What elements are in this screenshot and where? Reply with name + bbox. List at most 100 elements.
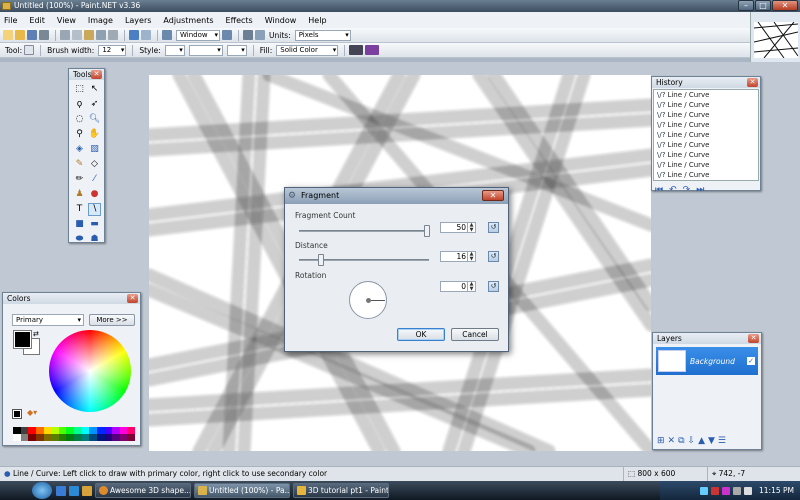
delete-layer-icon[interactable]: ✕ (668, 436, 676, 446)
tray-icon[interactable] (722, 486, 730, 495)
fragment-count-reset-button[interactable]: ↺ (488, 222, 499, 233)
pencil-tool-icon[interactable]: ✏ (73, 173, 86, 186)
layer-properties-icon[interactable]: ☰ (718, 436, 726, 446)
quick-launch-icon[interactable] (82, 485, 92, 496)
fragment-count-slider[interactable] (299, 225, 430, 237)
primary-color-swatch[interactable] (13, 330, 32, 349)
menu-view[interactable]: View (57, 16, 76, 25)
history-item[interactable]: \/? Line / Curve (654, 140, 758, 150)
fragment-count-spinner[interactable]: ▲ ▼ (467, 223, 475, 232)
line-start-style-combo[interactable] (164, 44, 185, 56)
maximize-button[interactable]: □ (755, 0, 771, 11)
rotation-spinner[interactable]: ▲ ▼ (467, 282, 475, 291)
dialog-close-button[interactable]: ✕ (482, 190, 504, 201)
redo-icon[interactable]: ↷ (683, 185, 691, 195)
print-icon[interactable] (39, 30, 49, 40)
pan-tool-icon[interactable]: ✋ (88, 128, 101, 141)
swap-colors-icon[interactable]: ⇄ (33, 330, 39, 338)
history-item[interactable]: \/? Line / Curve (654, 110, 758, 120)
history-panel-close-button[interactable]: ✕ (747, 78, 758, 87)
cancel-button[interactable]: Cancel (451, 328, 499, 341)
move-layer-up-icon[interactable]: ▲ (698, 436, 705, 446)
rotation-input[interactable]: 0 ▲ ▼ (440, 281, 476, 292)
layers-panel-close-button[interactable]: ✕ (748, 334, 759, 343)
internet-explorer-icon[interactable] (69, 485, 79, 496)
task-paintnet[interactable]: Untitled (100%) - Pa... (194, 483, 290, 498)
fast-forward-icon[interactable]: ⏭ (696, 185, 704, 195)
undo-icon[interactable]: ↶ (669, 185, 677, 195)
distance-input[interactable]: 16 ▲ ▼ (440, 251, 476, 262)
line-dash-style-combo[interactable] (188, 44, 223, 56)
distance-spinner[interactable]: ▲ ▼ (467, 252, 475, 261)
undo-icon[interactable] (129, 30, 139, 40)
start-button[interactable] (32, 482, 52, 499)
save-icon[interactable] (27, 30, 37, 40)
line-end-style-combo[interactable] (226, 44, 247, 56)
menu-file[interactable]: File (4, 16, 17, 25)
network-icon[interactable] (733, 486, 741, 495)
gradient-tool-icon[interactable]: ▧ (88, 143, 101, 156)
menu-effects[interactable]: Effects (226, 16, 253, 25)
image-thumbnail[interactable] (750, 12, 800, 62)
distance-reset-button[interactable]: ↺ (488, 251, 499, 262)
move-pixels-tool-icon[interactable]: ➶ (88, 98, 101, 111)
history-item[interactable]: \/? Line / Curve (654, 130, 758, 140)
menu-layers[interactable]: Layers (125, 16, 151, 25)
ellipse-select-tool-icon[interactable]: ◌ (73, 113, 86, 126)
fragment-count-slider-thumb[interactable] (424, 225, 430, 237)
brush-width-combo[interactable]: 12 (98, 44, 127, 56)
color-picker-tool-icon[interactable]: ⁄ (88, 173, 101, 186)
line-curve-tool-icon[interactable]: ∖ (88, 203, 101, 216)
eraser-tool-icon[interactable]: ◇ (88, 158, 101, 171)
crop-icon[interactable] (96, 30, 106, 40)
fill-combo[interactable]: Solid Color (276, 44, 339, 56)
palette-menu-icon[interactable]: ◆▾ (27, 408, 37, 417)
close-window-button[interactable]: ✕ (772, 0, 798, 11)
menu-edit[interactable]: Edit (29, 16, 45, 25)
zoom-combo[interactable]: Window (176, 29, 220, 41)
reset-colors-icon[interactable] (12, 409, 22, 419)
layer-row-background[interactable]: Background ✓ (656, 347, 758, 375)
clone-stamp-tool-icon[interactable]: ♟ (73, 188, 86, 201)
history-item[interactable]: \/? Line / Curve (654, 100, 758, 110)
antialiasing-icon[interactable] (349, 45, 364, 55)
ellipse-tool-icon[interactable]: ⬬ (73, 233, 86, 246)
history-item[interactable]: \/? Line / Curve (654, 90, 758, 100)
rect-select-tool-icon[interactable]: ⬚ (73, 83, 86, 96)
zoom-in-icon[interactable] (222, 30, 232, 40)
task-browser[interactable]: Awesome 3D shape... (95, 483, 191, 498)
recolor-tool-icon[interactable]: ● (88, 188, 101, 201)
tray-icon[interactable] (700, 486, 708, 495)
blend-mode-icon[interactable] (365, 45, 380, 55)
show-desktop-icon[interactable] (56, 485, 66, 496)
history-item[interactable]: \/? Line / Curve (654, 160, 758, 170)
magic-wand-tool-icon[interactable]: ⚲ (73, 128, 86, 141)
paintbrush-tool-icon[interactable]: ✎ (73, 158, 86, 171)
task-paint[interactable]: 3D tutorial pt1 - Paint (293, 483, 389, 498)
rectangle-tool-icon[interactable]: ■ (73, 218, 86, 231)
move-selection-tool-icon[interactable]: ↖ (88, 83, 101, 96)
tray-icon[interactable] (711, 486, 719, 495)
rotation-dial[interactable] (349, 281, 387, 319)
grid-icon[interactable] (243, 30, 253, 40)
menu-help[interactable]: Help (308, 16, 326, 25)
history-item[interactable]: \/? Line / Curve (654, 170, 758, 180)
zoom-icon[interactable] (162, 30, 172, 40)
rotation-reset-button[interactable]: ↺ (488, 281, 499, 292)
add-layer-icon[interactable]: ⊞ (657, 436, 665, 446)
clock[interactable]: 11:15 PM (759, 486, 794, 495)
more-colors-button[interactable]: More >> (89, 314, 135, 326)
menu-image[interactable]: Image (88, 16, 113, 25)
redo-icon[interactable] (141, 30, 151, 40)
text-tool-icon[interactable]: T (73, 203, 86, 216)
units-combo[interactable]: Pixels (294, 29, 351, 41)
distance-slider[interactable] (299, 254, 429, 266)
fragment-count-input[interactable]: 50 ▲ ▼ (440, 222, 476, 233)
rewind-icon[interactable]: ⏮ (655, 185, 663, 195)
ruler-icon[interactable] (255, 30, 265, 40)
distance-slider-thumb[interactable] (318, 254, 324, 266)
colors-panel-close-button[interactable]: ✕ (127, 294, 138, 303)
zoom-tool-icon[interactable]: 🔍︎ (88, 113, 101, 126)
ok-button[interactable]: OK (397, 328, 445, 341)
new-file-icon[interactable] (3, 30, 13, 40)
